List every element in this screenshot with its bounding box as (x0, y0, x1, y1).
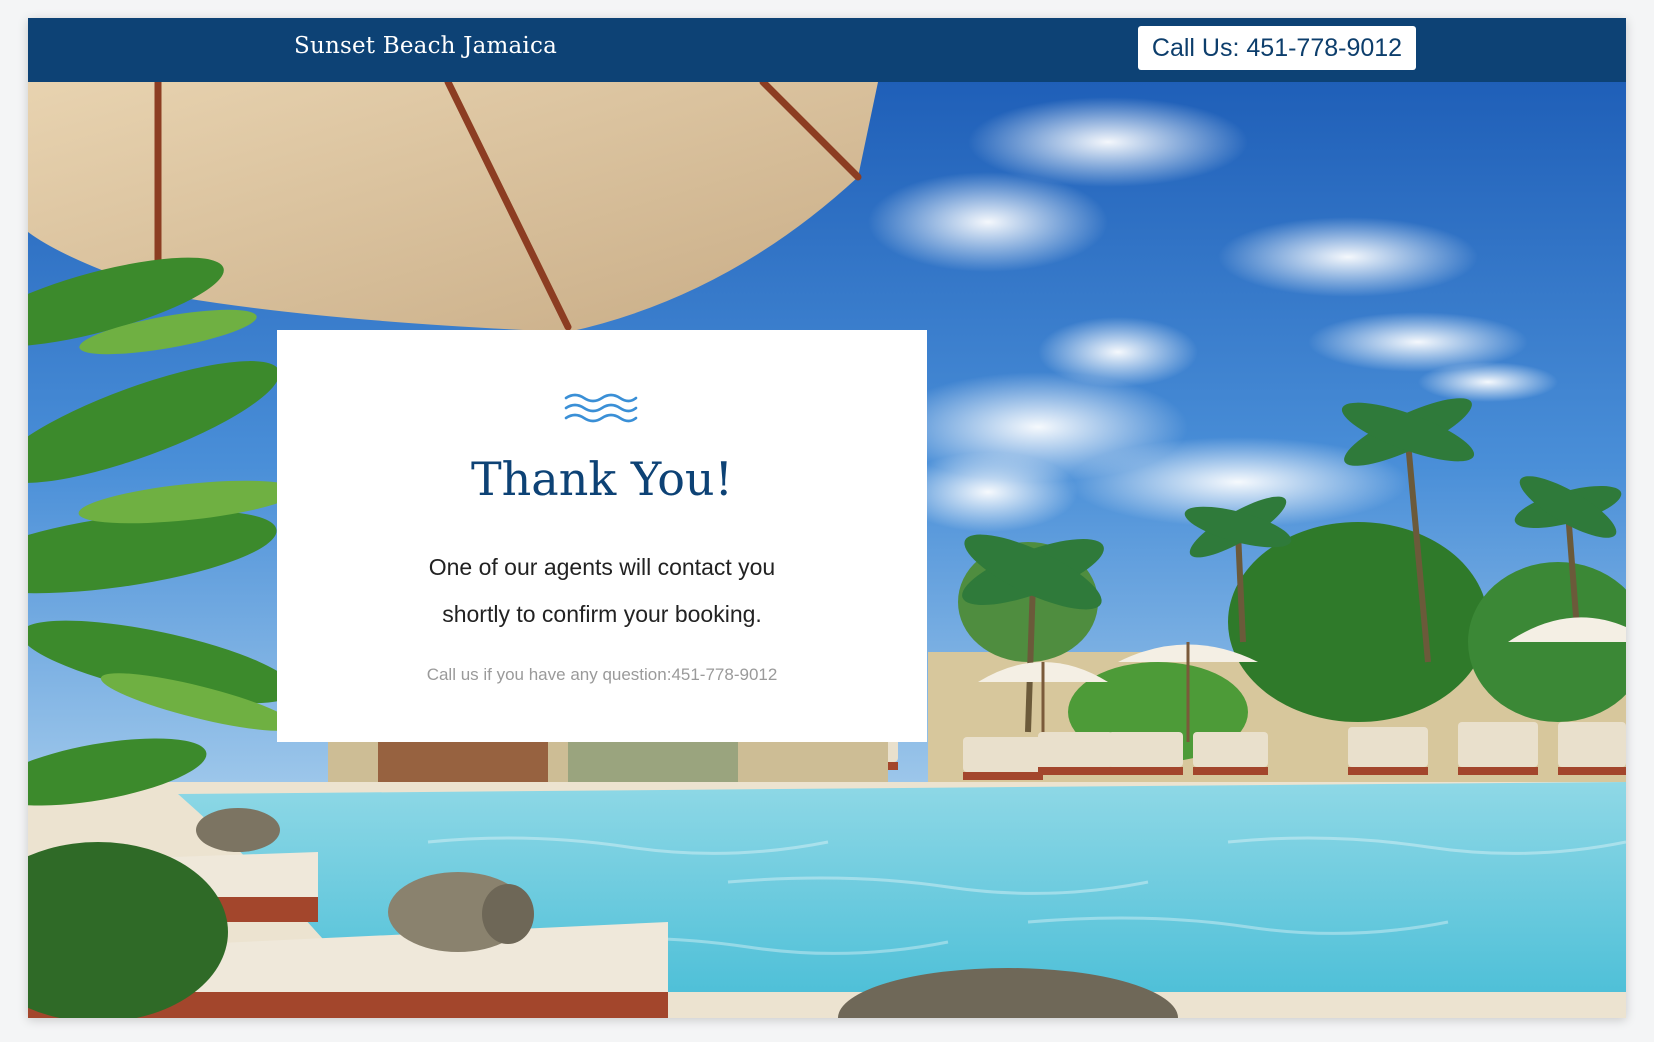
page-frame: Sunset Beach Jamaica Call Us: 451-778-90… (28, 18, 1626, 1018)
confirmation-message: One of our agents will contact you short… (367, 544, 837, 638)
thank-you-card: Thank You! One of our agents will contac… (277, 330, 927, 742)
thank-you-title: Thank You! (470, 452, 734, 506)
brand-name[interactable]: Sunset Beach Jamaica (294, 33, 557, 59)
contact-note: Call us if you have any question:451-778… (426, 665, 778, 684)
call-us-button[interactable]: Call Us: 451-778-9012 (1138, 26, 1416, 70)
confirmation-message-line-1: One of our agents will contact you (428, 554, 776, 580)
waves-icon (564, 393, 638, 423)
confirmation-message-line-2: shortly to confirm your booking. (442, 601, 762, 627)
top-header: Sunset Beach Jamaica Call Us: 451-778-90… (28, 18, 1626, 82)
